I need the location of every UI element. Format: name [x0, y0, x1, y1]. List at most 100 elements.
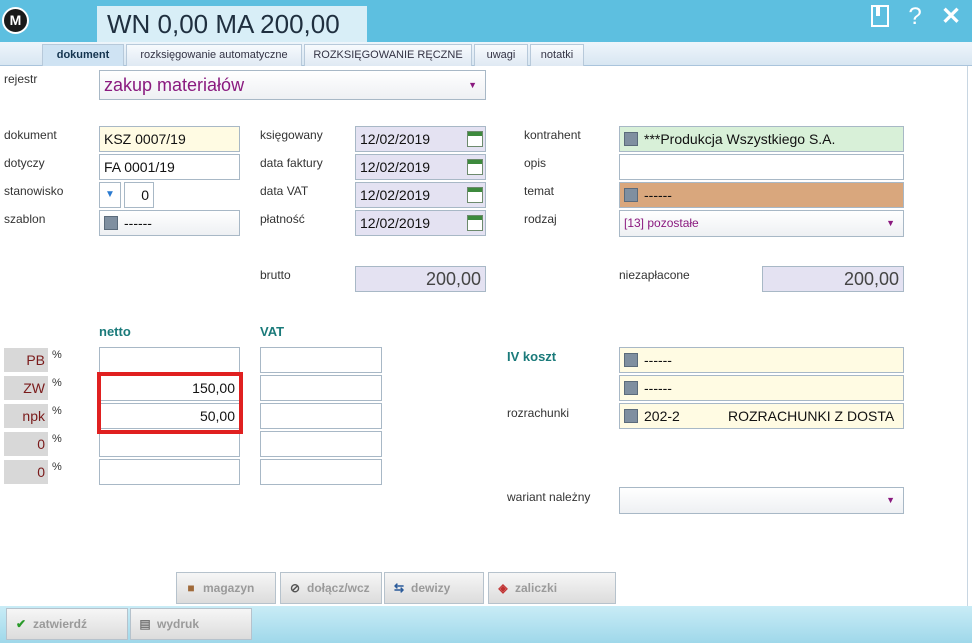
rate-label: 0	[4, 460, 48, 484]
lookup-icon[interactable]	[624, 188, 638, 203]
calendar-icon[interactable]	[467, 159, 483, 175]
calendar-icon[interactable]	[467, 187, 483, 203]
rate-label: npk	[4, 404, 48, 428]
ksiegowany-value: 12/02/2019	[360, 131, 431, 147]
tab-rozksiegowanie-reczne[interactable]: ROZKSIĘGOWANIE RĘCZNE	[304, 44, 472, 66]
ksiegowany-label: księgowany	[260, 128, 323, 142]
temat-value: ------	[644, 187, 672, 203]
rate-label: PB	[4, 348, 48, 372]
data-vat-label: data VAT	[260, 184, 309, 198]
kontrahent-value: ***Produkcja Wszystkiego S.A.	[644, 131, 836, 147]
koszt-value-2: ------	[644, 380, 672, 396]
szablon-field[interactable]: ------	[99, 210, 240, 236]
szablon-label: szablon	[4, 212, 46, 226]
dotyczy-label: dotyczy	[4, 156, 45, 170]
dokument-field[interactable]: KSZ 0007/19	[99, 126, 240, 152]
dolacz-label: dołącz/wcz	[307, 581, 370, 595]
document-icon: ◈	[498, 581, 508, 595]
tab-bar: dokument rozksięgowanie automatyczne ROZ…	[0, 42, 972, 66]
vat-field[interactable]	[260, 403, 382, 429]
rejestr-select[interactable]: zakup materiałów ▼	[99, 70, 486, 100]
netto-field[interactable]	[99, 431, 240, 457]
data-faktury-date-field[interactable]: 12/02/2019	[355, 154, 486, 180]
wariant-select[interactable]: ▼	[619, 487, 904, 514]
data-vat-value: 12/02/2019	[360, 187, 431, 203]
rozrachunki-name: ROZRACHUNKI Z DOSTA	[728, 408, 895, 424]
brutto-label: brutto	[260, 268, 291, 282]
dokument-label: dokument	[4, 128, 57, 142]
netto-field[interactable]	[99, 347, 240, 373]
temat-field[interactable]: ------	[619, 182, 904, 208]
lookup-icon[interactable]	[624, 409, 638, 424]
zaliczki-label: zaliczki	[515, 581, 558, 595]
print-document-icon: ▤	[139, 617, 151, 631]
dolacz-button[interactable]: ⊘ dołącz/wcz	[280, 572, 382, 604]
window-header: M WN 0,00 MA 200,00 ? ✕	[0, 0, 972, 42]
app-logo-icon: M	[2, 7, 29, 34]
percent-sign: %	[52, 349, 62, 361]
tab-dokument[interactable]: dokument	[42, 44, 124, 66]
rodzaj-select[interactable]: [13] pozostałe ▼	[619, 210, 904, 237]
vat-field[interactable]	[260, 459, 382, 485]
box-icon: ■	[187, 581, 195, 595]
data-vat-date-field[interactable]: 12/02/2019	[355, 182, 486, 208]
footer-bar: ✔ zatwierdź ▤ wydruk	[0, 606, 972, 643]
platnosc-label: płatność	[260, 212, 305, 226]
wariant-label: wariant należny	[507, 490, 591, 504]
zatwierdz-button[interactable]: ✔ zatwierdź	[6, 608, 128, 640]
stanowisko-label: stanowisko	[4, 184, 64, 198]
calendar-icon[interactable]	[467, 131, 483, 147]
tab-uwagi[interactable]: uwagi	[474, 44, 528, 66]
paperclip-icon: ⊘	[289, 581, 301, 595]
platnosc-value: 12/02/2019	[360, 215, 431, 231]
rate-label: ZW	[4, 376, 48, 400]
dotyczy-field[interactable]: FA 0001/19	[99, 154, 240, 180]
zaliczki-button[interactable]: ◈ zaliczki	[488, 572, 616, 604]
percent-sign: %	[52, 461, 62, 473]
lookup-icon[interactable]	[104, 216, 118, 231]
percent-sign: %	[52, 433, 62, 445]
rozrachunki-code: 202-2	[644, 408, 680, 424]
magazyn-button[interactable]: ■ magazyn	[176, 572, 276, 604]
iv-koszt-heading: IV koszt	[507, 349, 557, 364]
chevron-down-icon: ▼	[886, 495, 895, 505]
rozrachunki-field[interactable]: 202-2 ROZRACHUNKI Z DOSTA	[619, 403, 904, 429]
vat-field[interactable]	[260, 347, 382, 373]
vat-field[interactable]	[260, 375, 382, 401]
kontrahent-field[interactable]: ***Produkcja Wszystkiego S.A.	[619, 126, 904, 152]
koszt-field-2[interactable]: ------	[619, 375, 904, 401]
dewizy-label: dewizy	[411, 581, 451, 595]
stanowisko-field[interactable]: 0	[124, 182, 154, 208]
opis-field[interactable]	[619, 154, 904, 180]
brutto-field: 200,00	[355, 266, 486, 292]
help-icon[interactable]: ?	[903, 4, 927, 30]
wydruk-label: wydruk	[157, 617, 200, 631]
temat-label: temat	[524, 184, 555, 198]
data-faktury-value: 12/02/2019	[360, 159, 431, 175]
niezaplacone-field: 200,00	[762, 266, 904, 292]
wydruk-button[interactable]: ▤ wydruk	[130, 608, 252, 640]
platnosc-date-field[interactable]: 12/02/2019	[355, 210, 486, 236]
rodzaj-label: rodzaj	[524, 212, 557, 226]
lookup-icon[interactable]	[624, 132, 638, 147]
chevron-down-icon: ▼	[886, 218, 895, 228]
ksiegowany-date-field[interactable]: 12/02/2019	[355, 126, 486, 152]
rozrachunki-label: rozrachunki	[507, 406, 570, 420]
netto-field[interactable]	[99, 459, 240, 485]
tab-rozksiegowanie-automatyczne[interactable]: rozksięgowanie automatyczne	[126, 44, 302, 66]
netto-heading: netto	[99, 324, 131, 339]
book-icon[interactable]	[869, 4, 891, 34]
dewizy-button[interactable]: ⇆ dewizy	[384, 572, 484, 604]
lookup-icon[interactable]	[624, 381, 638, 396]
stanowisko-select-button[interactable]: ▼	[99, 182, 121, 208]
chevron-down-icon: ▼	[468, 80, 477, 90]
lookup-icon[interactable]	[624, 353, 638, 368]
koszt-field-1[interactable]: ------	[619, 347, 904, 373]
vat-heading: VAT	[260, 324, 285, 339]
vat-field[interactable]	[260, 431, 382, 457]
tab-notatki[interactable]: notatki	[530, 44, 584, 66]
close-icon[interactable]: ✕	[936, 4, 966, 30]
rejestr-value: zakup materiałów	[104, 75, 245, 95]
calendar-icon[interactable]	[467, 215, 483, 231]
checkmark-icon: ✔	[15, 617, 27, 631]
